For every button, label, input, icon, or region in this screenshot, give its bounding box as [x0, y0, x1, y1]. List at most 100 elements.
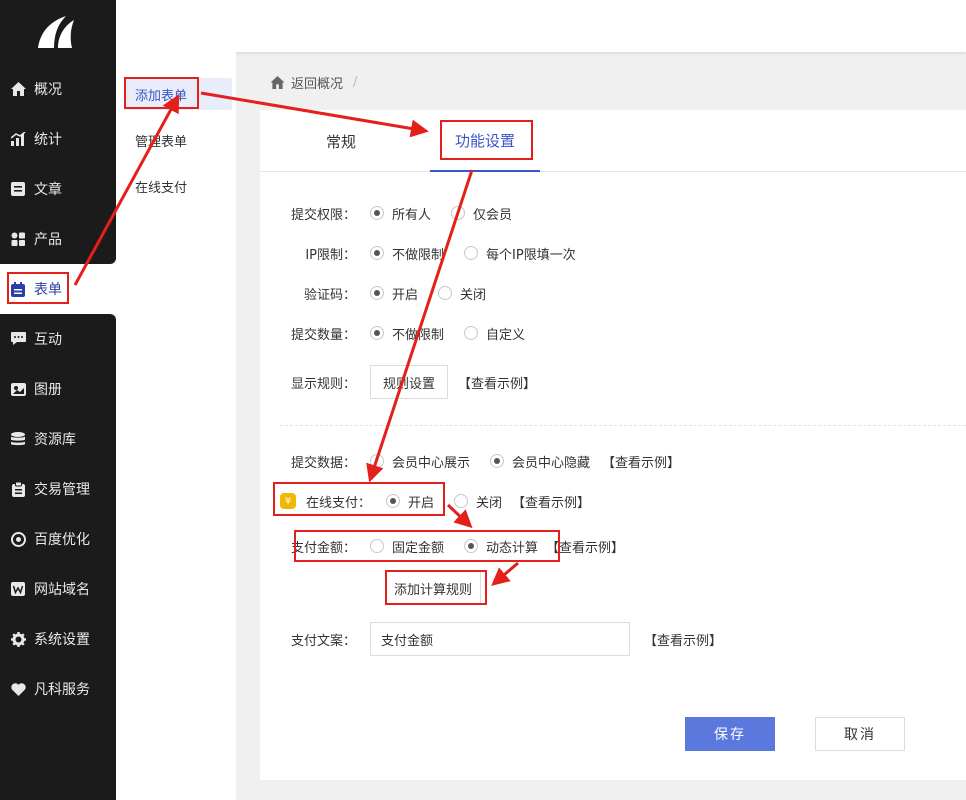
radio-label: 固定金额 — [392, 540, 445, 556]
pay-text-row: 支付文案： 支付金额 【查看示例】 — [260, 622, 722, 656]
radio-label: 关闭 — [460, 287, 487, 303]
radio-indicator[interactable] — [464, 326, 479, 340]
captcha-row: 验证码： 开启 关闭 — [260, 281, 506, 305]
sidebar-item-products[interactable]: 产品 — [0, 214, 116, 264]
sidebar-item-label: 凡科服务 — [34, 682, 90, 698]
radio-indicator[interactable] — [386, 494, 400, 508]
submenu-manage-forms[interactable]: 管理表单 — [124, 124, 232, 156]
radio-label: 每个IP限填一次 — [486, 247, 576, 263]
tab-bar: 常规 功能设置 — [260, 110, 966, 172]
radio-member-show[interactable]: 会员中心展示 — [370, 452, 470, 471]
submenu-online-pay[interactable]: 在线支付 — [124, 170, 232, 202]
sidebar-item-label: 统计 — [34, 132, 62, 148]
radio-dynamic-calc[interactable]: 动态计算 — [464, 537, 538, 556]
article-icon — [10, 181, 26, 197]
submit-count-row: 提交数量： 不做限制 自定义 — [260, 321, 545, 345]
radio-pay-on[interactable]: 开启 — [386, 492, 434, 511]
radio-indicator[interactable] — [438, 286, 453, 300]
radio-label: 会员中心隐藏 — [512, 455, 591, 471]
field-label: 验证码： — [303, 287, 356, 303]
radio-count-no-limit[interactable]: 不做限制 — [370, 324, 444, 343]
radio-indicator[interactable] — [370, 539, 384, 553]
top-header — [116, 0, 966, 52]
tab-general[interactable]: 常规 — [300, 110, 382, 172]
view-example-link[interactable]: 【查看示例】 — [602, 452, 680, 471]
section-divider — [280, 425, 966, 426]
view-example-link[interactable]: 【查看示例】 — [512, 492, 590, 511]
save-button[interactable]: 保存 — [685, 717, 775, 751]
sidebar-item-articles[interactable]: 文章 — [0, 164, 116, 214]
view-example-link[interactable]: 【查看示例】 — [644, 630, 722, 649]
radio-pay-off[interactable]: 关闭 — [454, 492, 502, 511]
chat-icon — [10, 331, 26, 347]
sidebar-item-gallery[interactable]: 图册 — [0, 364, 116, 414]
radio-indicator[interactable] — [370, 326, 384, 340]
back-to-overview-link[interactable]: 返回概况 — [291, 73, 343, 92]
radio-indicator[interactable] — [490, 454, 505, 468]
w-icon — [10, 581, 26, 597]
heart-icon — [10, 681, 26, 697]
radio-indicator[interactable] — [464, 246, 479, 260]
radio-indicator[interactable] — [370, 246, 384, 260]
sidebar-item-label: 系统设置 — [34, 632, 90, 648]
radio-members-only[interactable]: 仅会员 — [451, 204, 512, 223]
radio-indicator[interactable] — [370, 206, 384, 220]
sidebar-item-label: 图册 — [34, 382, 62, 398]
add-rule-row: 添加计算规则 — [385, 571, 482, 605]
chart-icon — [10, 131, 26, 147]
pay-text-input[interactable]: 支付金额 — [370, 622, 630, 656]
sidebar-item-label: 产品 — [34, 232, 62, 248]
online-pay-row: ¥ 在线支付： 开启 关闭 【查看示例】 — [280, 489, 590, 513]
radio-label: 开启 — [392, 287, 419, 303]
radio-indicator[interactable] — [464, 539, 479, 553]
sidebar-item-trade[interactable]: 交易管理 — [0, 464, 116, 514]
coin-badge-icon: ¥ — [280, 493, 296, 509]
view-example-link[interactable]: 【查看示例】 — [458, 373, 536, 392]
field-label: 提交数据： — [290, 455, 356, 471]
sidebar-item-resources[interactable]: 资源库 — [0, 414, 116, 464]
sidebar-item-seo[interactable]: 百度优化 — [0, 514, 116, 564]
radio-member-hide[interactable]: 会员中心隐藏 — [490, 452, 590, 471]
tab-features[interactable]: 功能设置 — [430, 110, 540, 172]
radio-captcha-on[interactable]: 开启 — [370, 284, 418, 303]
app-root: 概况 统计 文章 产品 表单 互动 图册 资源库 交易管理 百度优化 网站域名 … — [0, 0, 966, 800]
sub-navigation: 添加表单 管理表单 在线支付 — [116, 0, 236, 800]
clipboard-icon — [10, 481, 26, 497]
submenu-add-form[interactable]: 添加表单 — [124, 78, 232, 110]
sidebar-item-settings[interactable]: 系统设置 — [0, 614, 116, 664]
sidebar-item-interaction[interactable]: 互动 — [0, 314, 116, 364]
sidebar-item-services[interactable]: 凡科服务 — [0, 664, 116, 714]
submit-data-row: 提交数据： 会员中心展示 会员中心隐藏 【查看示例】 — [260, 449, 680, 473]
radio-all-users[interactable]: 所有人 — [370, 204, 431, 223]
field-label: IP限制： — [305, 247, 356, 263]
radio-label: 不做限制 — [392, 247, 445, 263]
sidebar-item-forms[interactable]: 表单 — [0, 264, 116, 314]
radio-indicator[interactable] — [370, 286, 384, 300]
image-icon — [10, 381, 26, 397]
sidebar-item-stats[interactable]: 统计 — [0, 114, 116, 164]
radio-indicator[interactable] — [370, 454, 384, 468]
home-icon — [10, 81, 26, 97]
view-example-link[interactable]: 【查看示例】 — [546, 537, 624, 556]
radio-captcha-off[interactable]: 关闭 — [438, 284, 486, 303]
sidebar-item-label: 文章 — [34, 182, 62, 198]
radio-label: 所有人 — [392, 207, 432, 223]
field-label: 支付金额： — [290, 540, 356, 556]
radio-indicator[interactable] — [451, 206, 466, 220]
sidebar-item-overview[interactable]: 概况 — [0, 64, 116, 114]
logo[interactable] — [0, 0, 116, 64]
radio-indicator[interactable] — [454, 494, 469, 508]
display-rule-row: 显示规则： 规则设置 【查看示例】 — [260, 365, 536, 399]
cancel-button[interactable]: 取消 — [815, 717, 905, 751]
radio-count-custom[interactable]: 自定义 — [464, 324, 525, 343]
radio-label: 关闭 — [476, 495, 503, 511]
sidebar-item-domain[interactable]: 网站域名 — [0, 564, 116, 614]
calendar-icon — [10, 281, 26, 297]
rule-settings-button[interactable]: 规则设置 — [370, 365, 449, 399]
home-icon[interactable] — [270, 75, 285, 89]
grid-icon — [10, 231, 26, 247]
add-calc-rule-button[interactable]: 添加计算规则 — [385, 571, 482, 605]
radio-no-limit[interactable]: 不做限制 — [370, 244, 444, 263]
radio-once-per-ip[interactable]: 每个IP限填一次 — [464, 244, 576, 263]
radio-fixed-amount[interactable]: 固定金额 — [370, 537, 444, 556]
